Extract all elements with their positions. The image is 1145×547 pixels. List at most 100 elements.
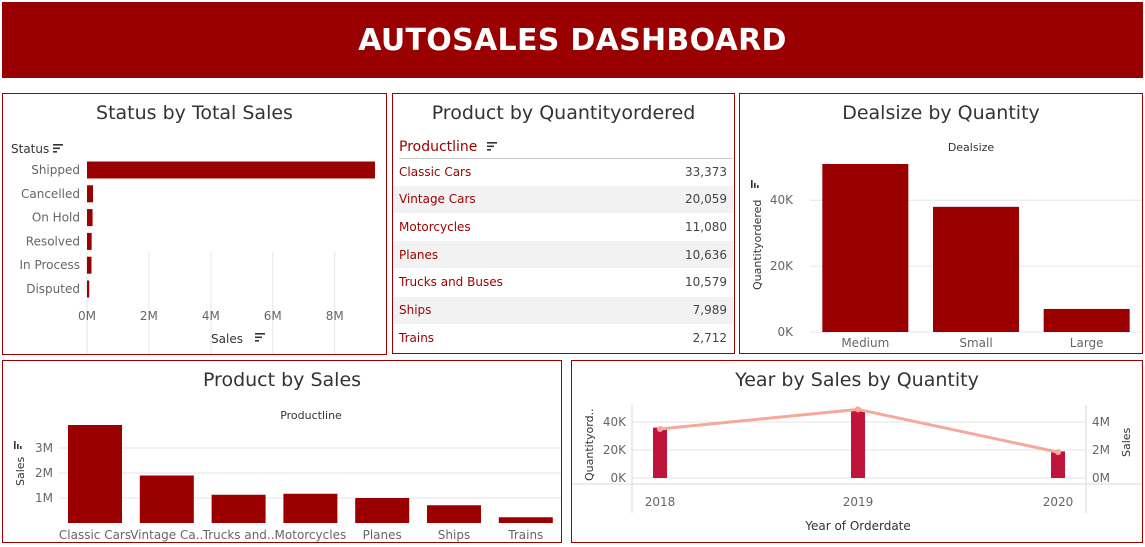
bar-small <box>933 206 1019 332</box>
year-panel: Year by Sales by Quantity Quantityord.. … <box>571 360 1143 543</box>
bar-planes <box>355 498 410 523</box>
sales-point <box>855 406 861 413</box>
bar-2018 <box>653 427 667 478</box>
category-label: 2019 <box>843 495 874 509</box>
y-axis-label: Quantityordered <box>751 200 764 290</box>
bar-trains <box>498 517 553 523</box>
tick-label: 40K <box>770 193 794 207</box>
category-label: 2018 <box>645 495 676 509</box>
dashboard-title: AUTOSALES DASHBOARD <box>358 22 787 58</box>
category-label: Small <box>959 336 992 350</box>
tick-label-right: 4M <box>1092 415 1110 429</box>
category-label: Ships <box>438 528 470 542</box>
row-label: Trains <box>399 330 435 345</box>
row-value: 33,373 <box>685 164 727 179</box>
category-label: Classic Cars <box>59 528 131 542</box>
category-label: In Process <box>20 258 80 272</box>
category-label: Motorcycles <box>275 528 347 542</box>
bar-vintage-ca- <box>139 475 194 523</box>
y-axis-label-left: Quantityord.. <box>583 408 596 481</box>
row-label: Trucks and Buses <box>399 275 503 290</box>
table-row[interactable]: Trains 2,712 <box>393 324 733 351</box>
dealsize-panel: Dealsize by Quantity Dealsize Quantityor… <box>739 93 1143 354</box>
tick-label: 1M <box>35 491 53 505</box>
column-header: Productline <box>280 409 342 422</box>
bar-shipped <box>87 161 375 179</box>
category-label: Large <box>1070 336 1104 350</box>
category-label: Planes <box>363 528 402 542</box>
category-label: Trucks and.. <box>202 528 275 542</box>
category-label: On Hold <box>32 211 80 225</box>
dealsize-chart: Dealsize Quantityordered 0K 20K 40K Medium S… <box>751 141 1142 350</box>
bar-classic-cars <box>68 425 122 523</box>
tick-label: 4M <box>202 309 220 323</box>
product-sales-panel: Product by Sales Productline Sales 1M 2M 3… <box>2 360 562 543</box>
bar-cancelled <box>87 185 94 203</box>
sales-point <box>1055 449 1061 456</box>
sort-descending-icon[interactable] <box>255 333 265 342</box>
tick-label-left: 40K <box>603 415 627 429</box>
category-label: Vintage Ca.. <box>130 528 203 542</box>
row-label: Classic Cars <box>399 164 472 179</box>
x-axis-label: Year of Orderdate <box>804 519 911 533</box>
tick-label: 20K <box>770 259 794 273</box>
table-row[interactable]: Planes 10,636 <box>393 241 733 269</box>
table-row[interactable]: Ships 7,989 <box>393 296 733 324</box>
tick-label: 3M <box>35 441 53 455</box>
sort-descending-icon[interactable] <box>53 144 63 153</box>
bar-disputed <box>87 280 90 298</box>
tick-label: 0K <box>777 325 794 339</box>
panel-title: Product by Quantityordered <box>431 102 696 124</box>
category-label: Medium <box>841 336 889 350</box>
tick-label: 0M <box>78 309 96 323</box>
product-sales-chart: Productline Sales 1M 2M 3M Classic Cars Vint… <box>14 409 561 542</box>
row-label: Vintage Cars <box>399 192 476 207</box>
row-label: Planes <box>399 247 439 262</box>
table-row[interactable]: Vintage Cars 20,059 <box>393 185 733 213</box>
column-header: Dealsize <box>948 141 995 154</box>
row-value: 11,080 <box>685 219 727 234</box>
year-chart: Quantityord.. Sales Year of Orderdate 0K… <box>572 405 1142 533</box>
table-row[interactable]: Trucks and Buses 10,579 <box>393 269 733 296</box>
tick-label: 2M <box>140 309 158 323</box>
axis-sort-icon[interactable] <box>751 180 759 188</box>
category-label: Resolved <box>26 234 80 248</box>
bar-2019 <box>851 409 865 478</box>
category-label: Shipped <box>31 163 80 177</box>
category-label: Cancelled <box>21 187 80 201</box>
axis-sort-icon[interactable] <box>14 441 22 449</box>
bar-2020 <box>1051 451 1065 478</box>
column-header: Productline <box>399 139 478 155</box>
x-axis-label: Sales <box>211 332 243 346</box>
dashboard-header: AUTOSALES DASHBOARD <box>2 2 1143 78</box>
row-label: Motorcycles <box>399 219 471 234</box>
table-row[interactable]: Motorcycles 11,080 <box>393 213 733 240</box>
bar-large <box>1043 308 1130 332</box>
bar-in-process <box>87 256 92 274</box>
table-row[interactable]: Classic Cars 33,373 <box>393 158 733 185</box>
row-value: 7,989 <box>692 303 727 317</box>
tick-label: 8M <box>326 309 344 323</box>
y-axis-label-right: Sales <box>1120 427 1133 457</box>
sort-descending-icon[interactable] <box>486 141 499 152</box>
row-label: Ships <box>399 303 432 317</box>
row-header: Status <box>11 142 49 156</box>
status-chart: Status Sales 0M 2M 4M 6M 8M Shipped Cancelled O… <box>11 142 375 354</box>
bar-medium <box>822 164 909 332</box>
bar-on-hold <box>87 209 93 227</box>
bar-trucks-and- <box>211 494 266 523</box>
row-value: 2,712 <box>692 330 727 345</box>
tick-label: 6M <box>264 309 282 323</box>
category-label: Disputed <box>26 282 80 296</box>
sales-point <box>657 426 663 432</box>
bar-motorcycles <box>283 493 338 523</box>
tick-label: 2M <box>35 466 53 480</box>
tick-label-left: 20K <box>603 443 627 457</box>
bar-ships <box>427 505 481 523</box>
row-value: 20,059 <box>685 192 727 207</box>
row-value: 10,636 <box>685 247 727 262</box>
bar-resolved <box>87 232 92 250</box>
tick-label-right: 2M <box>1092 443 1110 457</box>
category-label: Trains <box>507 528 543 542</box>
quantity-panel: Product by Quantityordered Productline C… <box>392 93 735 354</box>
